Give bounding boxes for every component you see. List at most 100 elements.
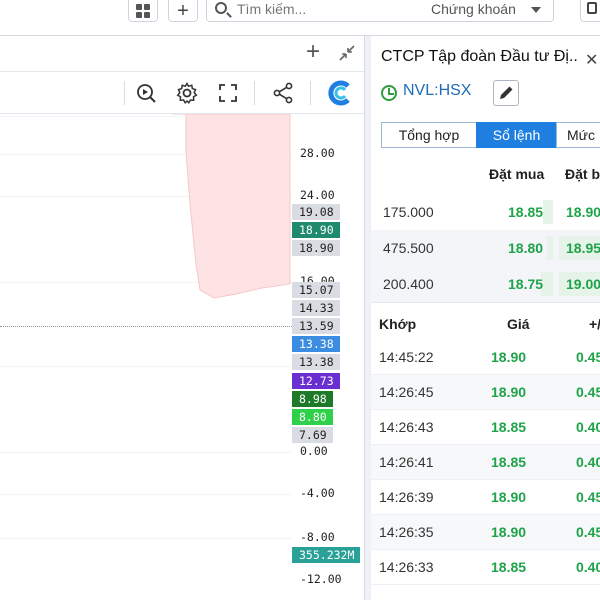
trade-time: 14:26:45 <box>379 384 434 400</box>
price-axis: 28.00 24.00 16.00 0.00 -4.00 -8.00 -12.0… <box>292 114 364 600</box>
price-tag: 8.98 <box>292 391 333 407</box>
trade-change: 0.40 <box>576 559 600 575</box>
col-header-price: Giá <box>507 316 530 332</box>
trade-time: 14:26:33 <box>379 559 434 575</box>
trade-price: 18.90 <box>491 384 527 400</box>
ask-price: 18.90 <box>566 204 600 220</box>
toolbar-divider <box>310 81 311 105</box>
stock-name: CTCP Tập đoàn Đầu tư Đị.. <box>381 48 596 66</box>
trade-change: 0.45 <box>576 524 600 540</box>
plus-icon: + <box>177 0 189 22</box>
trade-time: 14:26:35 <box>379 524 434 540</box>
bid-volume: 200.400 <box>383 276 434 292</box>
tab-orderbook[interactable]: Sổ lệnh <box>476 122 557 148</box>
axis-tick: -8.00 <box>300 530 335 544</box>
tab-summary[interactable]: Tổng hợp <box>381 122 477 148</box>
close-icon[interactable]: ✕ <box>585 50 598 70</box>
depth-bar <box>543 200 553 224</box>
trade-change: 0.45 <box>576 489 600 505</box>
trade-row[interactable]: 14:26:43 18.85 0.40 <box>371 410 600 445</box>
last-price-tag: 18.90 <box>292 222 340 238</box>
trade-row[interactable]: 14:26:33 18.85 0.40 <box>371 550 600 585</box>
trade-time: 14:26:43 <box>379 419 434 435</box>
trade-change: 0.45 <box>576 349 600 365</box>
col-header-time: Khớp <box>379 316 417 332</box>
axis-tick: -12.00 <box>300 572 342 586</box>
clock-icon <box>381 85 397 101</box>
stock-name-ellipsis: .. <box>568 48 578 65</box>
ask-price: 18.95 <box>566 240 600 256</box>
trade-row[interactable]: 14:26:45 18.90 0.45 <box>371 375 600 410</box>
col-header-ask: Đặt b <box>565 166 600 182</box>
trade-time: 14:26:41 <box>379 454 434 470</box>
trade-price: 18.85 <box>491 559 527 575</box>
quick-compare-icon[interactable] <box>134 81 158 105</box>
chevron-down-icon[interactable] <box>531 7 541 13</box>
fullscreen-icon[interactable] <box>216 81 240 105</box>
toolbar-divider <box>254 81 255 105</box>
trade-price: 18.90 <box>491 489 527 505</box>
chart-pane-header: + <box>0 36 364 72</box>
price-area-fill <box>172 114 291 299</box>
trade-price: 18.90 <box>491 524 527 540</box>
tab-levels[interactable]: Mức <box>556 122 600 148</box>
trade-price: 18.85 <box>491 454 527 470</box>
trade-row[interactable]: 14:26:35 18.90 0.45 <box>371 515 600 550</box>
top-bar: + Tìm kiếm... Chứng khoán <box>0 0 600 36</box>
trade-row[interactable]: 14:26:39 18.90 0.45 <box>371 480 600 515</box>
price-tag: 18.90 <box>292 240 340 256</box>
add-button[interactable]: + <box>168 0 198 22</box>
price-tag: 14.33 <box>292 300 340 316</box>
depth-bar <box>547 236 553 260</box>
bid-volume: 175.000 <box>383 204 434 220</box>
search-input[interactable]: Tìm kiếm... <box>237 1 306 17</box>
grid-menu-button[interactable] <box>128 0 158 22</box>
section-divider <box>371 302 600 303</box>
trade-price: 18.85 <box>491 419 527 435</box>
orderbook-row[interactable]: 200.400 18.75 19.00 <box>371 266 600 302</box>
chart-plot-area[interactable] <box>0 114 292 600</box>
search-scope-select[interactable]: Chứng khoán <box>431 1 516 17</box>
trade-change: 0.40 <box>576 419 600 435</box>
stock-name-text: CTCP Tập đoàn Đầu tư Đị <box>381 48 569 65</box>
pane-resize-handle[interactable] <box>364 36 371 600</box>
brand-logo-icon[interactable] <box>328 80 354 106</box>
crosshair-line <box>0 326 292 327</box>
search-box[interactable]: Tìm kiếm... Chứng khoán <box>206 0 554 22</box>
volume-tag: 355.232M <box>292 547 361 563</box>
price-tag: 19.08 <box>292 204 340 220</box>
chat-button[interactable] <box>580 0 600 22</box>
grid-icon <box>136 3 150 18</box>
axis-tick: 24.00 <box>300 188 335 202</box>
gear-icon[interactable] <box>175 81 199 105</box>
trade-change: 0.45 <box>576 384 600 400</box>
ask-price: 19.00 <box>566 276 600 292</box>
edit-button[interactable] <box>493 80 519 106</box>
ticker-symbol[interactable]: NVL:HSX <box>403 82 471 100</box>
price-tag: 12.73 <box>292 373 340 389</box>
bid-price: 18.80 <box>508 240 544 256</box>
add-chart-button[interactable]: + <box>306 40 320 64</box>
pencil-icon <box>500 86 513 99</box>
axis-tick: 0.00 <box>300 444 328 458</box>
orderbook-row[interactable]: 175.000 18.85 18.90 <box>371 194 600 230</box>
price-tag: 7.69 <box>292 427 333 443</box>
col-header-bid: Đặt mua <box>489 166 545 182</box>
price-tag: 13.38 <box>292 354 340 370</box>
trade-row[interactable]: 14:45:22 18.90 0.45 <box>371 340 600 375</box>
axis-tick: 28.00 <box>300 146 335 160</box>
orderbook-row[interactable]: 475.500 18.80 18.95 <box>371 230 600 266</box>
collapse-icon[interactable] <box>338 44 356 62</box>
trade-row[interactable]: 14:26:41 18.85 0.40 <box>371 445 600 480</box>
trade-change: 0.40 <box>576 454 600 470</box>
price-tag: 15.07 <box>292 282 340 298</box>
chat-icon <box>587 2 597 14</box>
bid-volume: 475.500 <box>383 240 434 256</box>
price-tag: 13.38 <box>292 336 340 352</box>
trade-time: 14:26:39 <box>379 489 434 505</box>
price-tag: 8.80 <box>292 409 333 425</box>
chart-toolbar <box>0 72 364 114</box>
toolbar-divider <box>124 81 125 105</box>
share-icon[interactable] <box>271 81 295 105</box>
bid-price: 18.75 <box>508 276 544 292</box>
